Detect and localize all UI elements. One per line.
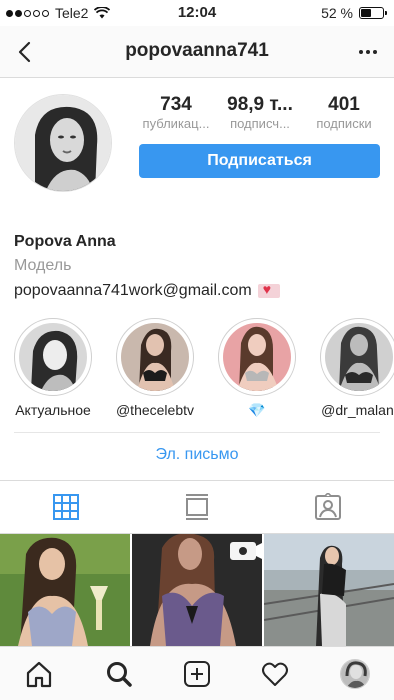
bottom-tab-bar: [0, 646, 394, 700]
feed-icon[interactable]: [183, 493, 211, 521]
search-icon[interactable]: [104, 659, 134, 689]
status-bar: Tele2 12:04 52 %: [0, 0, 394, 26]
highlight-item[interactable]: @dr_malani: [318, 318, 394, 418]
highlight-label: Актуальное: [15, 402, 91, 418]
highlight-cover: [325, 323, 393, 391]
post-thumbnail[interactable]: [264, 534, 394, 646]
profile-category: Модель: [14, 257, 72, 274]
highlight-item[interactable]: Актуальное: [12, 318, 94, 418]
story-highlights: Актуальное @thecelebtv 💎 @dr_malani: [12, 318, 394, 422]
highlight-cover: [121, 323, 189, 391]
add-icon[interactable]: [182, 659, 212, 689]
following-stat[interactable]: 401 подписки: [304, 94, 384, 132]
love-letter-icon: [257, 281, 280, 298]
profile-full-name: Popova Anna: [14, 233, 116, 250]
highlight-label: @thecelebtv: [115, 402, 195, 418]
more-horizontal-icon[interactable]: [356, 40, 380, 64]
highlight-cover: [223, 323, 291, 391]
heart-icon[interactable]: [260, 659, 290, 689]
post-thumbnail[interactable]: [132, 534, 262, 646]
home-icon[interactable]: [24, 659, 54, 689]
followers-label: подписч...: [230, 116, 290, 131]
profile-bio-email: popovaanna741work@gmail.com: [14, 281, 280, 300]
followers-stat[interactable]: 98,9 т... подписч...: [220, 94, 300, 132]
tagged-icon[interactable]: [314, 493, 342, 521]
email-contact-button[interactable]: Эл. письмо: [0, 446, 394, 464]
profile-avatar[interactable]: [14, 94, 112, 192]
highlight-item[interactable]: 💎: [216, 318, 298, 419]
battery-icon: [359, 7, 387, 19]
battery-percent: 52 %: [321, 5, 353, 21]
posts-stat[interactable]: 734 публикац...: [136, 94, 216, 132]
following-label: подписки: [316, 116, 372, 131]
profile-username: popovaanna741: [125, 40, 269, 61]
grid-icon[interactable]: [52, 493, 80, 521]
posts-count: 734: [160, 94, 192, 115]
highlight-label: 💎: [248, 402, 266, 418]
top-nav-bar: popovaanna741: [0, 26, 394, 78]
divider: [14, 432, 380, 433]
following-count: 401: [328, 94, 360, 115]
followers-count: 98,9 т...: [227, 94, 293, 115]
profile-avatar[interactable]: [340, 659, 370, 689]
profile-content-tabs: [0, 481, 394, 533]
highlight-label: @dr_malani: [321, 402, 394, 418]
battery-status: 52 %: [321, 5, 387, 21]
posts-grid: [0, 534, 394, 646]
bio-email-text[interactable]: popovaanna741work@gmail.com: [14, 282, 252, 300]
follow-button[interactable]: Подписаться: [139, 144, 380, 178]
post-thumbnail[interactable]: [0, 534, 130, 646]
highlight-item[interactable]: @thecelebtv: [114, 318, 196, 418]
highlight-cover: [19, 323, 87, 391]
profile-stats: 734 публикац... 98,9 т... подписч... 401…: [136, 94, 384, 132]
posts-label: публикац...: [142, 116, 210, 131]
